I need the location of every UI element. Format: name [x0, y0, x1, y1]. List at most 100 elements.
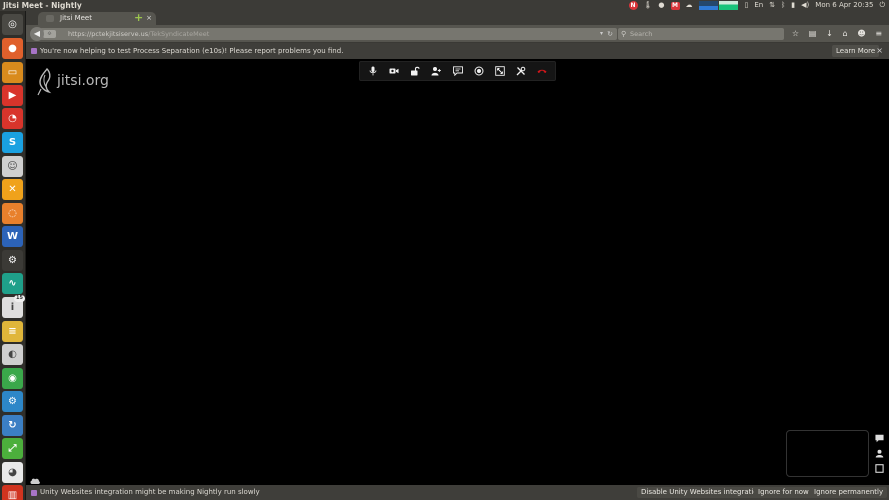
lock-icon [411, 66, 420, 76]
lock-room-button[interactable] [405, 63, 425, 79]
desktop-screen: Jitsi Meet - Nightly N 🌡 ● M ☁ ▯ En ⇅ ᛒ … [0, 0, 889, 500]
session-icon[interactable]: ⏻ [879, 0, 885, 11]
notification-close-icon[interactable]: × [876, 43, 883, 59]
navigation-bar: ⟐ https://pctekjitsiserve.us/TekSyndicat… [26, 25, 889, 43]
sync-account-icon[interactable]: ☻ [857, 28, 865, 40]
mail-icon[interactable]: M [670, 1, 680, 10]
notification-icon [31, 48, 37, 54]
launcher-updater-icon[interactable]: ↻ [2, 415, 23, 436]
hangup-button[interactable] [532, 63, 552, 79]
launcher-pie-app-icon[interactable]: ◕ [2, 462, 23, 483]
ignore-for-now-button[interactable]: Ignore for now [754, 487, 813, 498]
launcher-green-tool-icon[interactable]: ⤢ [2, 438, 23, 459]
share-screen-button[interactable] [469, 63, 489, 79]
side-panel-icons [872, 432, 886, 480]
clock[interactable]: Mon 6 Apr 20:35 [815, 0, 873, 11]
meeting-toolbar [359, 61, 556, 81]
side-chat-button[interactable] [873, 432, 885, 444]
launcher-badge: 15 [14, 295, 25, 302]
launcher-media-player-icon[interactable]: ▶ [2, 85, 23, 106]
jitsi-logo-mark-icon [37, 67, 52, 96]
launcher-settings-icon[interactable]: ⚙ [2, 391, 23, 412]
launcher-steam-icon[interactable]: ⚙ [2, 250, 23, 271]
launcher-files-icon[interactable]: ▭ [2, 62, 23, 83]
launcher-chrome-icon[interactable]: ◉ [2, 368, 23, 389]
launcher-info-badge-app-icon[interactable]: i 15 [2, 295, 25, 318]
url-path: /TekSyndicateMeet [148, 30, 210, 38]
share-icon [474, 66, 484, 76]
url-host: https://pctekjitsiserve.us [68, 30, 149, 38]
menu-icon[interactable]: ≡ [875, 28, 882, 40]
fullscreen-button[interactable] [490, 63, 510, 79]
launcher-libreoffice-writer-icon[interactable]: W [2, 226, 23, 247]
chat-icon [452, 66, 463, 76]
window-title: Jitsi Meet - Nightly [3, 1, 82, 10]
logo-text: jitsi.org [57, 73, 109, 89]
learn-more-button[interactable]: Learn More [832, 45, 880, 57]
slow-addon-notification: Unity Websites integration might be maki… [26, 485, 889, 500]
reading-list-icon[interactable]: ▤ [809, 28, 817, 40]
invite-button[interactable] [426, 63, 446, 79]
disable-unity-integration-button[interactable]: Disable Unity Websites integration [637, 487, 767, 498]
notification-text: You're now helping to test Process Separ… [40, 47, 344, 55]
search-input[interactable]: ⚲ Search [618, 28, 784, 40]
launcher-firefox-nightly-icon[interactable]: ● [2, 38, 23, 59]
settings-button[interactable] [511, 63, 531, 79]
keyboard-icon[interactable]: En [754, 0, 763, 11]
weather-icon[interactable]: ☁ [686, 0, 693, 11]
launcher-xchat-icon[interactable]: ✕ [2, 179, 23, 200]
settings-tools-icon [516, 66, 526, 76]
microphone-button[interactable] [363, 63, 383, 79]
url-bar[interactable]: ⟐ https://pctekjitsiserve.us/TekSyndicat… [40, 28, 617, 40]
downloads-icon[interactable]: ↓ [826, 28, 833, 40]
launcher-text-editor-icon[interactable]: ≡ [2, 321, 23, 342]
volume-icon[interactable]: ◀) [801, 0, 809, 11]
panel-icon [874, 463, 884, 473]
tab-close-icon[interactable]: × [146, 12, 152, 25]
tab-bar: Jitsi Meet × + [26, 11, 889, 25]
side-settings-button[interactable] [873, 462, 885, 474]
jitsi-logo[interactable]: jitsi.org [36, 67, 116, 97]
url-text: https://pctekjitsiserve.us/TekSyndicateM… [68, 28, 209, 40]
camera-button[interactable] [384, 63, 404, 79]
page-content: jitsi.org [26, 59, 889, 485]
home-icon[interactable]: ⌂ [843, 28, 848, 40]
launcher-dash-button-icon[interactable]: ◎ [2, 14, 23, 35]
page-icon [46, 15, 54, 22]
cloud-icon [30, 478, 40, 484]
notification-icon [31, 490, 37, 496]
system-monitor-graph[interactable] [698, 1, 739, 10]
local-video-thumbnail[interactable] [786, 430, 869, 477]
search-icon: ⚲ [621, 30, 627, 38]
contact-icon [875, 449, 883, 458]
tab-title: Jitsi Meet [60, 14, 92, 22]
indicator-area: N 🌡 ● M ☁ ▯ En ⇅ ᛒ ▮ ◀) Mon 6 Apr 20:35 … [628, 0, 885, 11]
launcher-pidgin-icon[interactable]: ☺ [2, 156, 23, 177]
site-identity-icon[interactable]: ⟐ [43, 30, 56, 38]
reload-icon[interactable]: ↻ [607, 28, 613, 40]
nav-toolbar-icons: ☆ ▤ ↓ ⌂ ☻ ≡ [787, 28, 887, 40]
bookmark-star-icon[interactable]: ☆ [792, 28, 799, 40]
slow-addon-text: Unity Websites integration might be maki… [40, 488, 260, 496]
top-panel: Jitsi Meet - Nightly N 🌡 ● M ☁ ▯ En ⇅ ᛒ … [0, 0, 889, 11]
back-button-icon[interactable]: ◀ [30, 27, 44, 41]
battery-icon[interactable]: ▮ [791, 0, 795, 11]
thermometer-icon[interactable]: 🌡 [644, 0, 653, 11]
launcher-ubuntu-one-icon[interactable]: ◌ [2, 203, 23, 224]
clipboard-icon[interactable]: ▯ [745, 0, 749, 11]
launcher-trash-icon[interactable]: ▥ [2, 485, 23, 500]
tray-red-icon[interactable]: N [628, 1, 638, 10]
launcher-disk-utility-icon[interactable]: ◔ [2, 108, 23, 129]
network-icon[interactable]: ⇅ [769, 0, 775, 11]
new-tab-button[interactable]: + [134, 12, 143, 24]
launcher-vpn-client-icon[interactable]: ◐ [2, 344, 23, 365]
launcher-system-monitor-icon[interactable]: ∿ [2, 273, 23, 294]
invite-icon [431, 67, 442, 76]
launcher-skype-icon[interactable]: S [2, 132, 23, 153]
chat-button[interactable] [448, 63, 468, 79]
dot-icon[interactable]: ● [658, 0, 664, 11]
bluetooth-icon[interactable]: ᛒ [781, 0, 785, 11]
side-contacts-button[interactable] [873, 447, 885, 459]
url-history-dropdown-icon[interactable]: ▾ [600, 28, 603, 40]
ignore-permanently-button[interactable]: Ignore permanently [810, 487, 888, 498]
